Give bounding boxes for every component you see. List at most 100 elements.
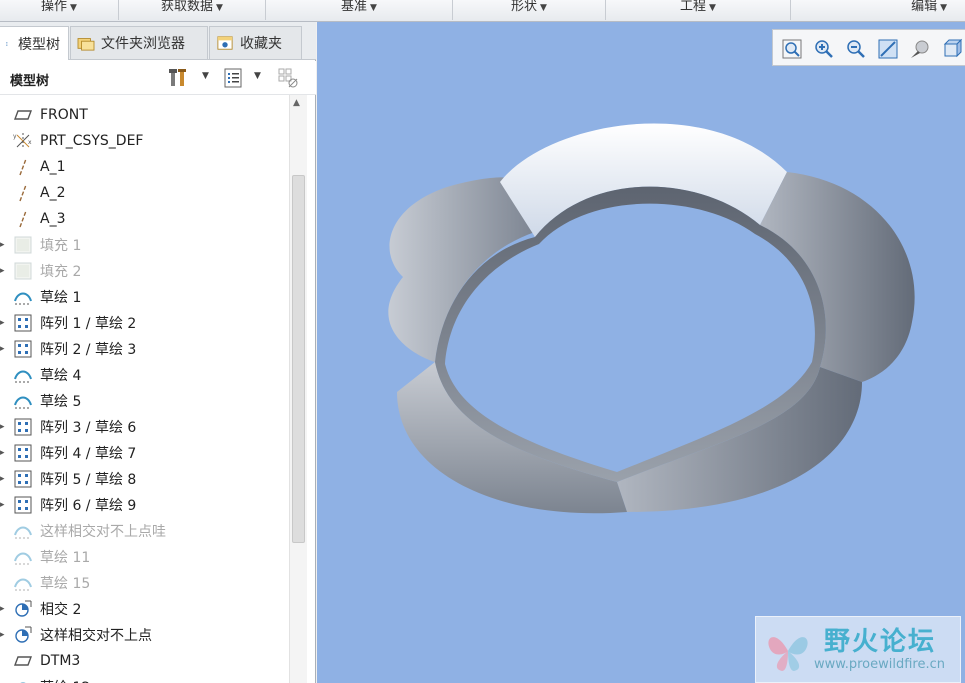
expand-arrow-icon[interactable]: ▸ (0, 240, 8, 250)
repaint-icon[interactable] (877, 38, 899, 60)
tree-node[interactable]: ▸ 阵列 2 / 草绘 3 (0, 336, 288, 362)
expand-arrow-icon[interactable]: ▸ (0, 474, 8, 484)
tree-node[interactable]: 草绘 1 (0, 284, 288, 310)
butterfly-logo-icon (768, 637, 808, 671)
filter-icon[interactable] (277, 67, 299, 89)
datum-plane-icon (13, 651, 33, 671)
sketch-icon (13, 521, 33, 541)
tree-node[interactable]: 草绘 15 (0, 570, 288, 596)
axis-icon (13, 209, 33, 229)
chevron-down-icon: ▼ (540, 3, 547, 13)
tree-node[interactable]: A_2 (0, 180, 288, 206)
sketch-icon (13, 391, 33, 411)
tree-node[interactable]: ▸ 阵列 5 / 草绘 8 (0, 466, 288, 492)
tree-node[interactable]: ▸ 填充 2 (0, 258, 288, 284)
orient-icon[interactable] (909, 38, 931, 60)
zoom-fit-icon[interactable] (781, 38, 803, 60)
tree-node[interactable]: y x PRT_CSYS_DEF (0, 128, 288, 154)
pattern-icon (13, 339, 33, 359)
expand-arrow-icon[interactable]: ▸ (0, 344, 8, 354)
tree-node[interactable]: ▸ 阵列 6 / 草绘 9 (0, 492, 288, 518)
ribbon-group-operations[interactable]: 操作 ▼ (0, 0, 118, 20)
show-list-icon[interactable] (222, 67, 244, 89)
tab-folder-browser[interactable]: 文件夹浏览器 (70, 26, 208, 59)
ribbon-group-label: 工程 (680, 0, 707, 14)
tree-node[interactable]: ▸ 阵列 3 / 草绘 6 (0, 414, 288, 440)
scrollbar-thumb[interactable] (292, 175, 305, 543)
expand-arrow-icon[interactable]: ▸ (0, 604, 8, 614)
display-style-icon[interactable] (941, 38, 963, 60)
fill-icon (13, 235, 33, 255)
pattern-icon (13, 495, 33, 515)
chevron-down-icon[interactable]: ▼ (202, 71, 209, 81)
tree-scrollbar[interactable]: ▲ (289, 95, 307, 683)
chevron-down-icon[interactable]: ▼ (254, 71, 261, 81)
scroll-up-icon[interactable]: ▲ (293, 98, 300, 108)
tab-model-tree[interactable]: 模型树 (0, 26, 69, 60)
model-tree: FRONT y x PRT_CSYS_DEF A_1 A_2 A_3 ▸ 填充 1 ▸ 填充 2 草绘… (0, 102, 288, 683)
tree-node-label: 阵列 1 / 草绘 2 (40, 316, 137, 332)
tree-node[interactable]: FRONT (0, 102, 288, 128)
tree-node[interactable]: ▸ 相交 2 (0, 596, 288, 622)
tree-node[interactable]: ▸ 阵列 1 / 草绘 2 (0, 310, 288, 336)
tree-node[interactable]: 草绘 4 (0, 362, 288, 388)
navigator-panel: 模型树 文件夹浏览器 收藏夹 模型树 ▼ ▼ FRONT y x PRT_CSY… (0, 22, 316, 683)
tree-node-label: 草绘 11 (40, 550, 91, 566)
intersect-icon (13, 625, 33, 645)
expand-arrow-icon[interactable]: ▸ (0, 500, 8, 510)
watermark-title: 野火论坛 (824, 627, 937, 657)
chevron-down-icon: ▼ (70, 3, 77, 13)
tab-label: 文件夹浏览器 (101, 36, 185, 52)
ribbon-group-engineering[interactable]: 工程 ▼ (606, 0, 790, 20)
expand-arrow-icon[interactable]: ▸ (0, 448, 8, 458)
tree-node[interactable]: DTM3 (0, 648, 288, 674)
ribbon-group-label: 编辑 (911, 0, 938, 14)
tab-label: 模型树 (18, 36, 60, 53)
csys-icon: yx (13, 131, 33, 151)
chevron-down-icon: ▼ (216, 3, 223, 13)
folder-icon (77, 38, 95, 51)
tree-node[interactable]: 草绘 5 (0, 388, 288, 414)
chevron-down-icon: ▼ (709, 3, 716, 13)
fill-icon (13, 261, 33, 281)
tree-icon (6, 41, 8, 46)
tree-node-label: A_2 (40, 185, 66, 201)
graphics-viewport[interactable]: 野火论坛 www.proewildfire.cn (317, 22, 965, 683)
watermark-url: www.proewildfire.cn (814, 657, 945, 672)
tree-node-label: 草绘 12 (40, 677, 90, 683)
tree-node[interactable]: 草绘 11 (0, 544, 288, 570)
model-3d-view[interactable] (317, 22, 965, 683)
tree-node[interactable]: ▸ 阵列 4 / 草绘 7 (0, 440, 288, 466)
tree-node-label: 阵列 5 / 草绘 8 (40, 472, 137, 488)
tree-title: 模型树 (10, 74, 50, 89)
ribbon-group-shapes[interactable]: 形状 ▼ (453, 0, 605, 20)
expand-arrow-icon[interactable]: ▸ (0, 630, 8, 640)
expand-arrow-icon[interactable]: ▸ (0, 318, 8, 328)
chevron-down-icon: ▼ (940, 3, 947, 13)
tab-favorites[interactable]: 收藏夹 (209, 26, 302, 59)
tree-node[interactable]: ▸ 填充 1 (0, 232, 288, 258)
expand-arrow-icon[interactable]: ▸ (0, 266, 8, 276)
pattern-icon (13, 313, 33, 333)
ribbon-group-datum[interactable]: 基准 ▼ (266, 0, 452, 20)
ribbon-group-get-data[interactable]: 获取数据 ▼ (119, 0, 265, 20)
tree-node[interactable]: A_1 (0, 154, 288, 180)
expand-arrow-icon[interactable]: ▸ (0, 422, 8, 432)
ribbon-group-bar: 操作 ▼ 获取数据 ▼ 基准 ▼ 形状 ▼ 工程 ▼ 编辑 ▼ (0, 0, 965, 22)
settings-tools-icon[interactable] (168, 67, 190, 89)
sketch-icon (13, 573, 33, 593)
tree-node-label: 阵列 4 / 草绘 7 (40, 446, 137, 462)
view-toolbar (772, 29, 965, 66)
pattern-icon (13, 417, 33, 437)
tree-node-label: A_1 (40, 159, 66, 175)
tree-node[interactable]: 草绘 12 (0, 674, 288, 683)
tree-node[interactable]: A_3 (0, 206, 288, 232)
chevron-down-icon: ▼ (370, 3, 377, 13)
svg-text:x: x (28, 139, 32, 146)
ribbon-group-edit[interactable]: 编辑 ▼ (791, 0, 965, 20)
tree-node[interactable]: 这样相交对不上点哇 (0, 518, 288, 544)
zoom-in-icon[interactable] (813, 38, 835, 60)
tree-node[interactable]: ▸ 这样相交对不上点 (0, 622, 288, 648)
tree-node-label: 这样相交对不上点哇 (40, 524, 166, 540)
zoom-out-icon[interactable] (845, 38, 867, 60)
